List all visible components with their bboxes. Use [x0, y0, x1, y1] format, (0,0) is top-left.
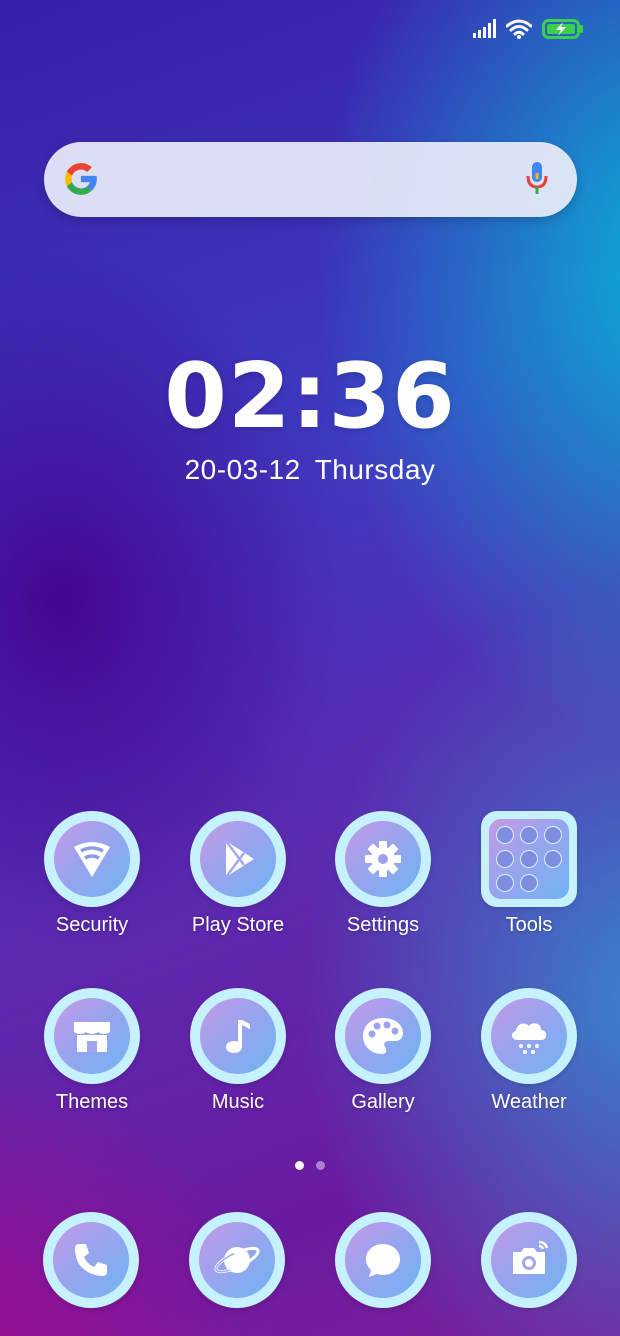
- app-icon-ring: [43, 1212, 139, 1308]
- battery-charging-icon: [542, 19, 583, 39]
- weekday-text: Thursday: [314, 454, 436, 485]
- folder-mini-icon: [520, 874, 538, 892]
- status-bar: [472, 14, 584, 44]
- app-label: Weather: [491, 1091, 567, 1113]
- microphone-icon[interactable]: [525, 161, 549, 197]
- page-dot[interactable]: [316, 1161, 325, 1170]
- app-weather[interactable]: Weather: [459, 988, 599, 1114]
- app-label: Themes: [55, 1091, 129, 1113]
- folder-mini-icon: [496, 874, 514, 892]
- page-dot-active[interactable]: [295, 1161, 304, 1170]
- music-note-icon: [200, 998, 276, 1074]
- app-icon-ring: [44, 811, 140, 907]
- folder-mini-icon: [496, 850, 514, 868]
- folder-mini-icon: [544, 826, 562, 844]
- app-label: Play Store: [191, 914, 285, 936]
- gear-icon: [345, 821, 421, 897]
- app-icon-ring: [335, 988, 431, 1084]
- app-tools-folder[interactable]: Tools: [459, 811, 599, 937]
- clock-time[interactable]: 02:36: [0, 352, 620, 442]
- signal-icon: [473, 19, 496, 38]
- play-store-icon: [200, 821, 276, 897]
- page-indicator: [0, 1161, 620, 1170]
- app-themes[interactable]: Themes: [22, 988, 162, 1114]
- folder-mini-icon: [520, 826, 538, 844]
- app-icon-ring: [481, 988, 577, 1084]
- shield-icon: [54, 821, 130, 897]
- palette-icon: [345, 998, 421, 1074]
- date-text: 20-03-12: [184, 454, 301, 485]
- folder-mini-icon: [544, 850, 562, 868]
- app-icon-ring: [190, 811, 286, 907]
- folder-icon: [489, 819, 569, 899]
- app-label: Gallery: [351, 1091, 415, 1113]
- google-search-bar[interactable]: [44, 142, 577, 217]
- app-security[interactable]: Security: [22, 811, 162, 937]
- app-play-store[interactable]: Play Store: [168, 811, 308, 937]
- app-icon-ring: [190, 988, 286, 1084]
- dock-browser[interactable]: [167, 1212, 307, 1308]
- dock-phone[interactable]: [21, 1212, 161, 1308]
- app-label: Settings: [346, 914, 420, 936]
- folder-mini-icon: [520, 850, 538, 868]
- app-music[interactable]: Music: [168, 988, 308, 1114]
- app-icon-ring: [335, 1212, 431, 1308]
- camera-icon: [491, 1222, 567, 1298]
- app-label: Security: [55, 914, 129, 936]
- wifi-icon: [506, 19, 532, 39]
- clock-date: 20-03-12 Thursday: [0, 454, 620, 486]
- cloud-snow-icon: [491, 998, 567, 1074]
- browser-planet-icon: [199, 1222, 275, 1298]
- app-settings[interactable]: Settings: [313, 811, 453, 937]
- google-g-icon: [65, 163, 97, 195]
- app-label: Music: [211, 1091, 265, 1113]
- app-icon-ring: [44, 988, 140, 1084]
- message-icon: [345, 1222, 421, 1298]
- app-icon-ring: [481, 1212, 577, 1308]
- app-gallery[interactable]: Gallery: [313, 988, 453, 1114]
- dock-messages[interactable]: [313, 1212, 453, 1308]
- app-icon-ring: [189, 1212, 285, 1308]
- app-icon-ring: [335, 811, 431, 907]
- store-icon: [54, 998, 130, 1074]
- phone-icon: [53, 1222, 129, 1298]
- app-label: Tools: [505, 914, 553, 936]
- folder-icon-ring: [481, 811, 577, 907]
- dock-camera[interactable]: [459, 1212, 599, 1308]
- folder-mini-icon: [496, 826, 514, 844]
